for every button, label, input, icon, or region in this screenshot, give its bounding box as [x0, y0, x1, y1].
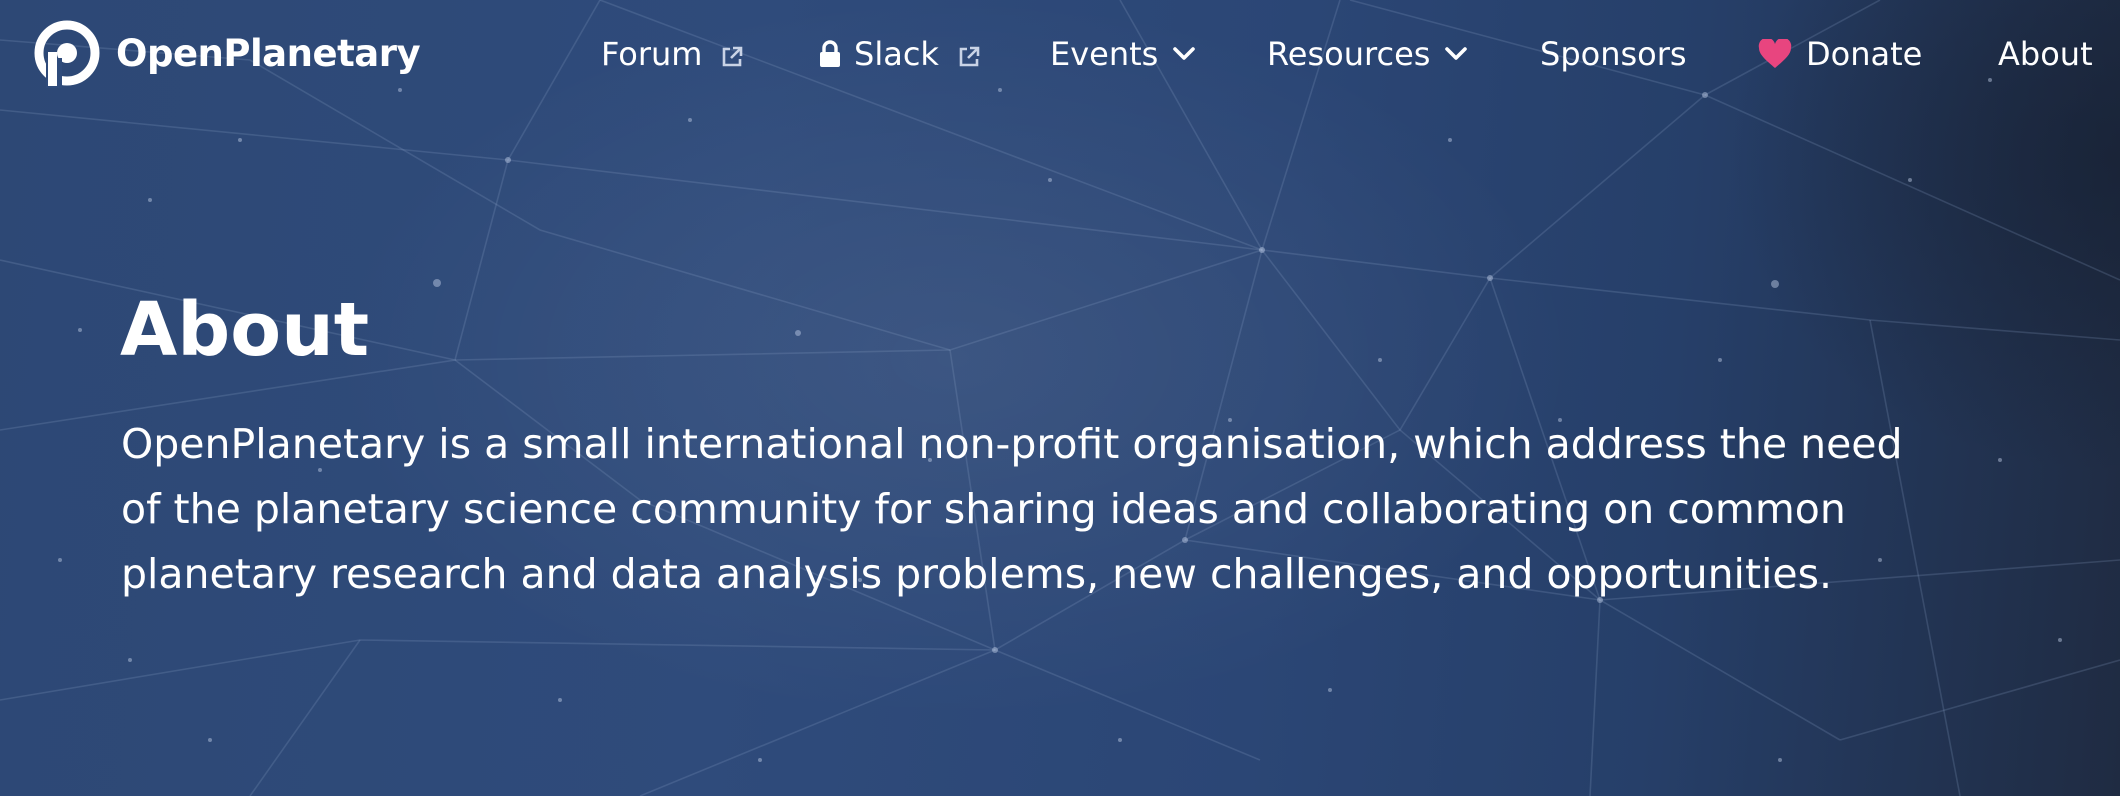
nav-label-sponsors: Sponsors — [1540, 35, 1687, 73]
page-title: About — [120, 287, 370, 373]
nav-item-about[interactable]: About — [1998, 28, 2093, 80]
chevron-down-icon — [1173, 47, 1196, 60]
nav-item-resources[interactable]: Resources — [1267, 28, 1468, 80]
intro-paragraph: OpenPlanetary is a small international n… — [121, 412, 2041, 607]
nav-item-slack[interactable]: Slack — [818, 28, 981, 80]
intro-line: planetary research and data analysis pro… — [121, 550, 1833, 598]
brand-name: OpenPlanetary — [116, 31, 421, 75]
nav-label-slack: Slack — [854, 35, 939, 73]
external-link-icon — [723, 46, 743, 67]
constellation-network-background — [0, 0, 2120, 796]
top-navigation: OpenPlanetary Forum Slack Events Resourc… — [0, 0, 2120, 110]
nav-label-events: Events — [1050, 35, 1159, 73]
nav-item-events[interactable]: Events — [1050, 28, 1196, 80]
nav-label-forum: Forum — [601, 35, 703, 73]
nav-label-donate: Donate — [1806, 35, 1923, 73]
intro-line: OpenPlanetary is a small international n… — [121, 420, 1903, 468]
lock-icon — [820, 40, 840, 67]
openplanetary-logo-icon — [34, 20, 100, 88]
heart-icon — [1758, 39, 1792, 68]
nav-label-about: About — [1998, 35, 2093, 73]
nav-label-resources: Resources — [1267, 35, 1431, 73]
nav-item-sponsors[interactable]: Sponsors — [1540, 28, 1687, 80]
intro-line: of the planetary science community for s… — [121, 485, 1846, 533]
external-link-icon — [959, 46, 980, 67]
brand-logo-link[interactable]: OpenPlanetary — [32, 18, 421, 88]
nav-item-forum[interactable]: Forum — [601, 28, 744, 80]
chevron-down-icon — [1445, 47, 1468, 60]
nav-item-donate[interactable]: Donate — [1758, 28, 1922, 80]
hero-banner: OpenPlanetary Forum Slack Events Resourc… — [0, 0, 2120, 796]
